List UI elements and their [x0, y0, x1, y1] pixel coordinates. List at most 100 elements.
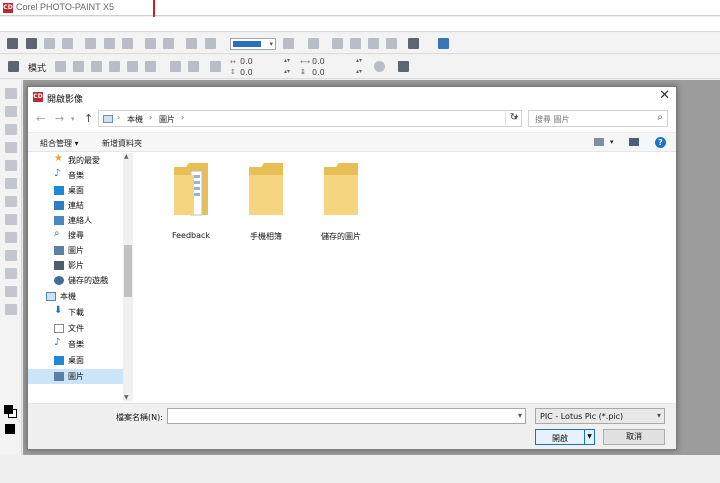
redo-icon[interactable]	[163, 38, 174, 49]
mode-icon[interactable]	[332, 38, 343, 49]
color-selector[interactable]	[4, 405, 18, 419]
nav-scrollbar[interactable]: ▲ ▼	[123, 153, 133, 401]
file-type-select[interactable]: PIC - Lotus Pic (*.pic) ▾	[535, 408, 665, 424]
chevron-down-icon[interactable]: ▾	[610, 138, 614, 146]
preview-pane-icon[interactable]	[629, 138, 639, 146]
nav-item-pictures-2[interactable]: 圖片	[28, 369, 124, 384]
spin-icon[interactable]: ▴▾	[284, 68, 290, 75]
nav-item-searches[interactable]: ⌕ 搜尋	[28, 228, 124, 243]
close-icon[interactable]: ✕	[659, 88, 670, 103]
skew-icon[interactable]	[109, 61, 120, 72]
redeye-tool-icon[interactable]	[5, 178, 17, 189]
nav-item-videos[interactable]: 影片	[28, 258, 124, 273]
rotate-icon[interactable]	[73, 61, 84, 72]
chevron-down-icon[interactable]: ▾	[518, 411, 522, 420]
mask-icon[interactable]	[283, 38, 294, 49]
x-position-field[interactable]: 0.0 ▴▾	[240, 57, 290, 67]
import-icon[interactable]	[186, 38, 197, 49]
spin-icon[interactable]: ▴▾	[356, 68, 362, 75]
undo-icon[interactable]	[145, 38, 156, 49]
crop-icon[interactable]	[368, 38, 379, 49]
nav-item-documents[interactable]: 文件	[28, 321, 124, 336]
filename-input[interactable]: ▾	[167, 408, 526, 424]
object-icon[interactable]	[308, 38, 319, 49]
address-bar[interactable]: › 本機 › 圖片 › ▾	[98, 110, 522, 127]
eraser-tool-icon[interactable]	[5, 304, 17, 315]
scroll-down-icon[interactable]: ▼	[124, 394, 129, 401]
chevron-right-icon[interactable]: ›	[149, 113, 152, 122]
spin-icon[interactable]: ▴▾	[356, 57, 362, 64]
zoom-tool-icon[interactable]	[5, 142, 17, 153]
fill-color-swatch[interactable]	[5, 424, 15, 434]
flip-h-icon[interactable]	[170, 61, 181, 72]
spin-icon[interactable]: ▴▾	[284, 57, 290, 64]
forward-button[interactable]: →	[55, 112, 64, 125]
frame-icon[interactable]	[350, 38, 361, 49]
scroll-up-icon[interactable]: ▲	[124, 153, 129, 160]
export-icon[interactable]	[205, 38, 216, 49]
mode-toggle-icon[interactable]	[8, 61, 19, 72]
rectangle-tool-icon[interactable]	[5, 232, 17, 243]
print-icon[interactable]	[62, 38, 73, 49]
flip-v-icon[interactable]	[188, 61, 199, 72]
copy-icon[interactable]	[104, 38, 115, 49]
open-options-chevron-icon[interactable]: ▼	[584, 430, 594, 444]
open-button[interactable]: 開啟 ▼	[535, 429, 595, 445]
nav-item-this-pc[interactable]: 本機	[28, 289, 124, 304]
text-tool-icon[interactable]	[5, 196, 17, 207]
cut-icon[interactable]	[85, 38, 96, 49]
nav-item-desktop-2[interactable]: 桌面	[28, 353, 124, 368]
brush-tool-icon[interactable]	[5, 286, 17, 297]
organize-button[interactable]: 組合管理 ▾	[40, 138, 79, 149]
distort-icon[interactable]	[127, 61, 138, 72]
new-folder-button[interactable]: 新增資料夾	[102, 138, 142, 149]
welcome-icon[interactable]	[438, 38, 449, 49]
foreground-color-swatch[interactable]	[4, 405, 13, 414]
refresh-button[interactable]: ↻	[505, 110, 522, 127]
nav-item-contacts[interactable]: 連絡人	[28, 213, 124, 228]
back-button[interactable]: ←	[36, 112, 45, 125]
folder-feedback[interactable]: Feedback	[158, 161, 224, 241]
nav-item-saved-games[interactable]: 儲存的遊戲	[28, 273, 124, 288]
nav-item-music-2[interactable]: ♪ 音樂	[28, 337, 124, 352]
folder-saved-pictures[interactable]: 儲存的圖片	[308, 161, 374, 241]
cancel-button[interactable]: 取消	[603, 429, 665, 445]
mask-tool-icon[interactable]	[5, 106, 17, 117]
nav-item-music[interactable]: ♪ 音樂	[28, 168, 124, 183]
recent-chevron-icon[interactable]: ▾	[71, 115, 75, 123]
scale-icon[interactable]	[91, 61, 102, 72]
move-icon[interactable]	[55, 61, 66, 72]
chevron-right-icon[interactable]: ›	[181, 113, 184, 122]
transparency-tool-icon[interactable]	[5, 268, 17, 279]
rewind-icon[interactable]	[398, 61, 409, 72]
resize-icon[interactable]	[386, 38, 397, 49]
perspective-icon[interactable]	[145, 61, 156, 72]
crop-tool-icon[interactable]	[5, 124, 17, 135]
nav-item-favorites[interactable]: ★ 我的最愛	[28, 153, 124, 168]
color-picker[interactable]: ▾	[230, 38, 276, 50]
height-field[interactable]: 0.0 ▴▾	[312, 68, 362, 78]
view-options-icon[interactable]	[594, 138, 604, 146]
eyedropper-tool-icon[interactable]	[5, 160, 17, 171]
fill-tool-icon[interactable]	[5, 250, 17, 261]
nav-item-links[interactable]: 連結	[28, 198, 124, 213]
new-icon[interactable]	[7, 38, 18, 49]
nav-item-downloads[interactable]: ⬇ 下載	[28, 305, 124, 320]
paint-tool-icon[interactable]	[5, 214, 17, 225]
save-icon[interactable]	[44, 38, 55, 49]
help-icon[interactable]: ?	[655, 137, 666, 148]
lock-ratio-icon[interactable]	[374, 61, 385, 72]
scrollbar-thumb[interactable]	[124, 245, 132, 297]
open-icon[interactable]	[26, 38, 37, 49]
nav-item-pictures[interactable]: 圖片	[28, 243, 124, 258]
up-button[interactable]: ↑	[84, 112, 93, 125]
paste-icon[interactable]	[122, 38, 133, 49]
chevron-right-icon[interactable]: ›	[117, 113, 120, 122]
breadcrumb-pictures[interactable]: 圖片	[159, 114, 175, 125]
breadcrumb-this-pc[interactable]: 本機	[127, 114, 143, 125]
folder-phone-album[interactable]: 手機相簿	[233, 161, 299, 241]
y-position-field[interactable]: 0.0 ▴▾	[240, 68, 290, 78]
nav-item-desktop[interactable]: 桌面	[28, 183, 124, 198]
launcher-icon[interactable]	[408, 38, 419, 49]
search-box[interactable]: 搜尋 圖片 ⌕	[528, 110, 668, 127]
